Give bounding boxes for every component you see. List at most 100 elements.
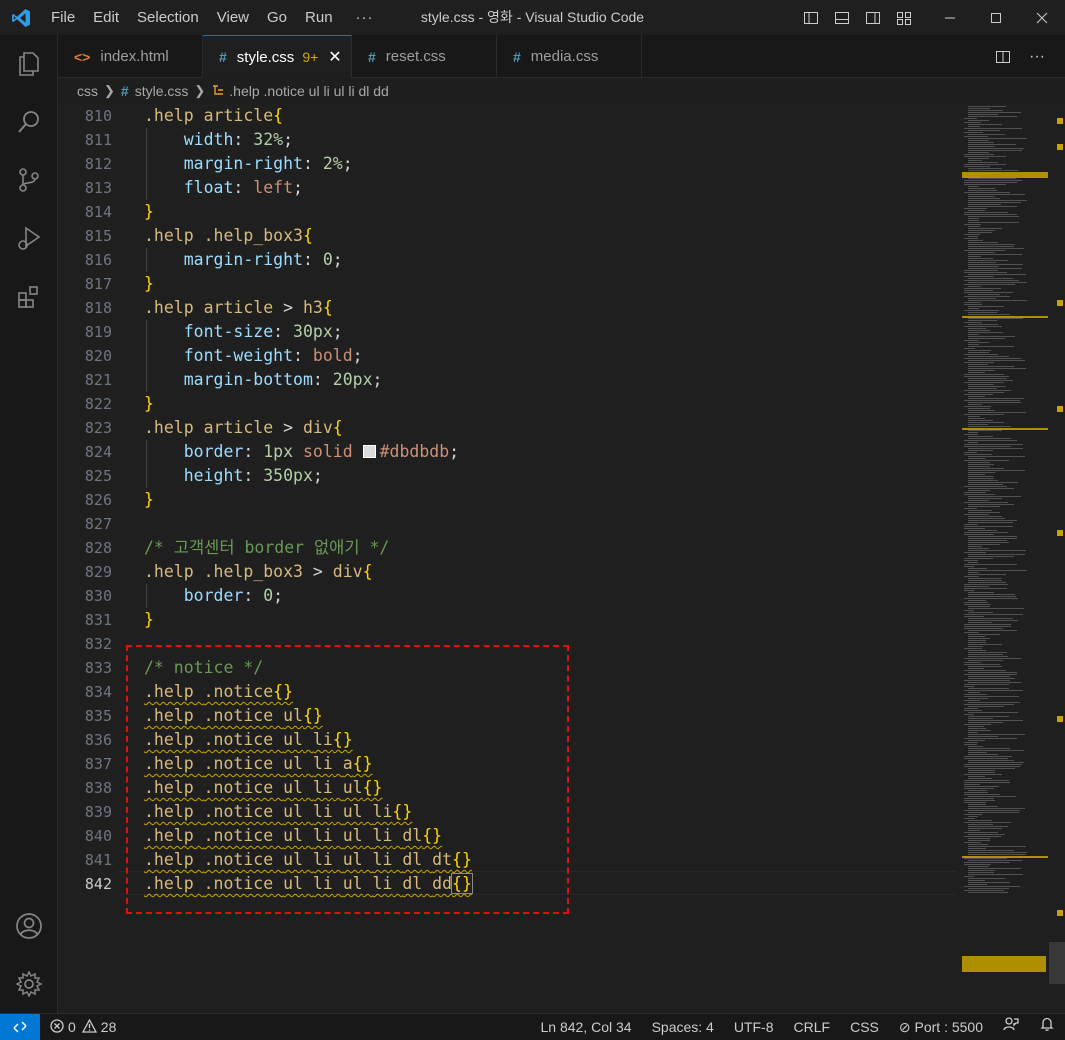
minimap-line [968,476,994,477]
color-swatch[interactable] [362,445,376,458]
toggle-primary-sidebar-icon[interactable] [795,0,826,35]
broadcast-icon: ⊘ [898,1019,911,1035]
code-line[interactable]: float: left; [144,176,303,200]
line-number: 832 [84,635,112,653]
end-of-line[interactable]: CRLF [784,1014,841,1040]
minimap-line [964,564,1017,565]
scrollbar-thumb[interactable] [1049,942,1065,984]
code-line[interactable]: height: 350px; [144,464,323,488]
close-tab-icon[interactable]: ✕ [328,47,341,67]
run-debug-icon[interactable] [0,209,58,267]
code-line[interactable]: /* 고객센터 border 없애기 */ [144,536,389,560]
minimap-highlight [962,856,1048,858]
minimap-line [964,374,1004,375]
customize-layout-icon[interactable] [888,0,919,35]
code-line[interactable]: } [144,608,154,632]
extensions-icon[interactable] [0,267,58,325]
menu-selection[interactable]: Selection [128,0,208,35]
error-count: 0 [68,1019,76,1035]
breadcrumb-folder[interactable]: css [77,83,98,99]
remote-indicator-icon[interactable] [0,1013,40,1040]
code-line[interactable]: width: 32%; [144,128,293,152]
language-mode[interactable]: CSS [840,1014,889,1040]
code-line[interactable]: } [144,200,154,224]
notifications-bell-icon[interactable] [1029,1014,1065,1040]
code-line[interactable]: } [144,392,154,416]
minimap-line [968,622,992,623]
minimap-line [968,644,1002,645]
settings-gear-icon[interactable] [0,955,58,1013]
minimap-line [964,814,982,815]
minimap-line [964,890,1004,891]
minimap-line [968,106,1006,107]
code-line[interactable]: font-weight: bold; [144,344,363,368]
minimap-line [964,340,979,341]
toggle-secondary-sidebar-icon[interactable] [857,0,888,35]
search-icon[interactable] [0,93,58,151]
menu-more[interactable]: ··· [342,0,388,35]
indentation[interactable]: Spaces: 4 [642,1014,724,1040]
code-line[interactable]: } [144,272,154,296]
cursor-position[interactable]: Ln 842, Col 34 [531,1014,642,1040]
minimap[interactable] [962,104,1048,1013]
more-actions-icon[interactable]: ··· [1023,43,1051,71]
source-control-icon[interactable] [0,151,58,209]
minimap-line [968,220,979,221]
minimap-line [968,384,994,385]
toggle-panel-icon[interactable] [826,0,857,35]
menu-view[interactable]: View [208,0,258,35]
minimap-line [968,860,1022,861]
code-line[interactable]: .help .help_box3{ [144,224,313,248]
minimap-line [968,830,980,831]
code-line[interactable]: margin-right: 0; [144,248,343,272]
code-line[interactable]: .help article > div{ [144,416,343,440]
minimap-line [968,636,985,637]
tab-index-html[interactable]: <> index.html [58,35,203,78]
minimap-line [968,144,1016,145]
vertical-scrollbar[interactable] [1049,104,1065,1013]
code-line[interactable]: border: 1px solid #dbdbdb; [144,440,459,464]
encoding[interactable]: UTF-8 [724,1014,784,1040]
split-editor-icon[interactable] [989,43,1017,71]
maximize-icon[interactable] [973,0,1019,35]
code-line[interactable]: border: 0; [144,584,283,608]
code-line[interactable]: } [144,488,154,512]
minimap-line [964,302,981,303]
explorer-icon[interactable] [0,35,58,93]
menu-edit[interactable]: Edit [84,0,128,35]
minimap-line [964,276,994,277]
minimap-line [964,566,974,567]
code-line[interactable]: .help .help_box3 > div{ [144,560,373,584]
menu-go[interactable]: Go [258,0,296,35]
menu-file[interactable]: File [42,0,84,35]
tab-media-css[interactable]: # media.css [497,35,642,78]
code-line[interactable]: .help article > h3{ [144,296,333,320]
breadcrumb-symbol[interactable]: .help .notice ul li ul li dl dd [229,83,389,99]
editor-tab-bar: <> index.html # style.css 9+ ✕ # reset.c… [58,35,1065,78]
minimap-line [968,108,990,109]
minimap-line [964,788,994,789]
minimap-line [968,754,998,755]
line-number: 824 [84,443,112,461]
tab-style-css[interactable]: # style.css 9+ ✕ [203,35,352,78]
code-line[interactable]: margin-right: 2%; [144,152,353,176]
code-line[interactable]: .help article{ [144,104,283,128]
minimap-line [964,400,1020,401]
minimap-line [964,792,988,793]
tab-reset-css[interactable]: # reset.css [352,35,497,78]
minimize-icon[interactable] [927,0,973,35]
account-icon[interactable] [0,897,58,955]
minimap-line [968,456,1025,457]
menu-run[interactable]: Run [296,0,342,35]
close-window-icon[interactable] [1019,0,1065,35]
live-server-port[interactable]: ⊘ Port : 5500 [889,1014,993,1040]
code-editor[interactable]: 810 811 812 813 814 815 816 817 818 819 820 821 822 8… [58,104,1065,1013]
problems-indicator[interactable]: 0 28 [40,1018,116,1036]
minimap-line [964,524,978,525]
minimap-line [964,414,1004,415]
breadcrumb-file[interactable]: style.css [135,83,189,99]
code-line[interactable]: margin-bottom: 20px; [144,368,383,392]
feedback-icon[interactable] [993,1014,1029,1040]
minimap-line [968,806,998,807]
code-line[interactable]: font-size: 30px; [144,320,343,344]
